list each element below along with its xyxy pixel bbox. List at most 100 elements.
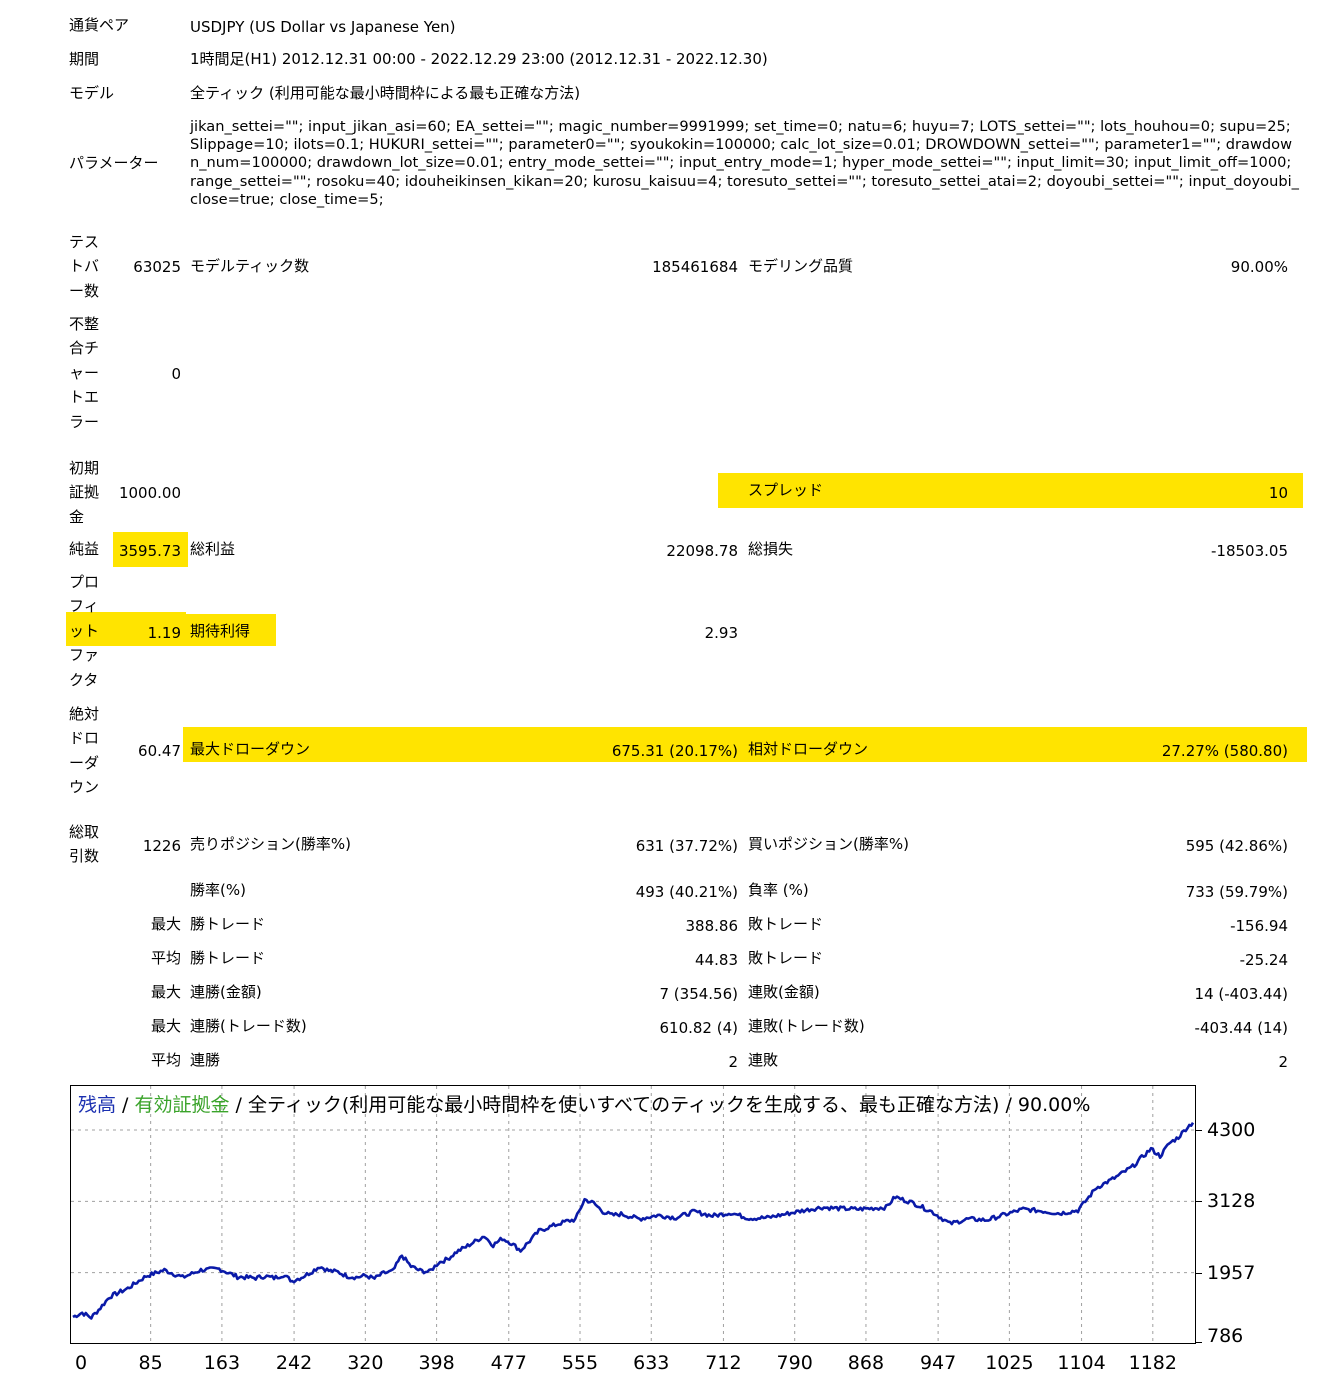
abs-dd-value: 60.47	[138, 742, 181, 760]
win-rate-value: 493 (40.21%)	[635, 883, 738, 901]
model-value: 全ティック (利用可能な最小時間枠による最も正確な方法)	[190, 84, 581, 102]
y-tick-label: 786	[1207, 1325, 1244, 1347]
max-loss-value: -156.94	[1230, 917, 1288, 935]
max-cons-win-n-label: 連勝(トレード数)	[190, 1017, 307, 1035]
avg-cons-win-label: 連勝	[190, 1051, 221, 1069]
y-tick-mark	[1196, 1201, 1202, 1203]
x-tick-label: 85	[138, 1352, 163, 1374]
y-tick-label: 1957	[1207, 1261, 1256, 1284]
trades-value: 1226	[142, 837, 181, 855]
balance-chart	[71, 1086, 1195, 1343]
params-label: パラメーター	[69, 154, 159, 172]
net-label: 純益	[69, 540, 100, 558]
avg-loss-label: 敗トレード	[748, 949, 824, 967]
gross-loss-value: -18503.05	[1211, 542, 1288, 560]
max-win-label: 勝トレード	[190, 915, 266, 933]
spread-label: スプレッド	[748, 481, 824, 499]
pf-label: プロフィットファクタ	[69, 573, 100, 689]
gross-profit-value: 22098.78	[666, 542, 738, 560]
long-label: 買いポジション(勝率%)	[748, 835, 909, 853]
win-rate-label: 勝率(%)	[190, 881, 246, 899]
avg-cons-win-value: 2	[728, 1053, 738, 1071]
max-cons-loss-n-label: 連敗(トレード数)	[748, 1017, 865, 1035]
y-tick-label: 4300	[1207, 1119, 1256, 1141]
quality-label: モデリング品質	[748, 257, 854, 275]
ticks-value: 185461684	[652, 258, 738, 276]
avg-cons-loss-label: 連敗	[748, 1051, 779, 1069]
avg-label-1: 平均	[150, 949, 181, 967]
balance-series-line	[72, 1122, 1195, 1320]
short-label: 売りポジション(勝率%)	[190, 835, 351, 853]
max-loss-label: 敗トレード	[748, 915, 824, 933]
long-value: 595 (42.86%)	[1185, 837, 1288, 855]
x-tick-label: 1104	[1057, 1352, 1106, 1374]
chart-title-rest: / 全ティック(利用可能な最小時間枠を使いすべてのティックを生成する、最も正確な…	[229, 1094, 1091, 1116]
pf-value: 1.19	[147, 624, 181, 642]
y-tick-mark	[1196, 1130, 1202, 1131]
y-tick-mark	[1196, 1342, 1202, 1343]
max-cons-loss-n-value: -403.44 (14)	[1194, 1019, 1288, 1037]
chart-title-equity: 有効証拠金	[134, 1094, 230, 1116]
x-tick-label: 633	[633, 1352, 670, 1374]
avg-win-label: 勝トレード	[190, 949, 266, 967]
rel-dd-label: 相対ドローダウン	[748, 740, 869, 758]
spread-value: 10	[1268, 484, 1288, 502]
max-cons-loss-value: 14 (-403.44)	[1194, 985, 1288, 1003]
mismatch-label: 不整合チャートエラー	[69, 315, 100, 431]
model-label: モデル	[69, 84, 115, 102]
trades-label: 総取引数	[69, 823, 100, 866]
x-tick-label: 1182	[1128, 1352, 1177, 1374]
quality-value: 90.00%	[1230, 258, 1288, 276]
y-tick-label: 3128	[1207, 1190, 1256, 1213]
avg-cons-loss-value: 2	[1278, 1053, 1288, 1071]
loss-rate-label: 負率 (%)	[748, 881, 809, 899]
max-cons-loss-label: 連敗(金額)	[748, 983, 820, 1001]
avg-label-2: 平均	[150, 1051, 181, 1069]
x-tick-label: 1025	[985, 1352, 1034, 1374]
x-tick-label: 555	[561, 1352, 599, 1374]
ticks-label: モデルティック数	[190, 257, 310, 275]
rel-dd-value: 27.27% (580.80)	[1161, 742, 1288, 760]
chart-title-sep: /	[116, 1094, 135, 1116]
loss-rate-value: 733 (59.79%)	[1185, 883, 1288, 901]
max-dd-label: 最大ドローダウン	[190, 740, 311, 758]
pair-label: 通貨ペア	[69, 16, 130, 34]
x-tick-label: 320	[347, 1352, 384, 1374]
params-value: jikan_settei=""; input_jikan_asi=60; EA_…	[190, 118, 1299, 208]
gross-profit-label: 総利益	[190, 540, 236, 558]
x-tick-label: 163	[203, 1352, 241, 1374]
gross-loss-label: 総損失	[748, 540, 794, 558]
avg-win-value: 44.83	[695, 951, 738, 969]
x-tick-label: 868	[847, 1352, 885, 1374]
period-label: 期間	[69, 50, 100, 68]
chart-title: 残高 / 有効証拠金 / 全ティック(利用可能な最小時間枠を使いすべてのティック…	[78, 1094, 1090, 1116]
y-tick-mark	[1196, 1272, 1202, 1274]
x-tick-label: 242	[275, 1352, 313, 1374]
max-cons-win-n-value: 610.82 (4)	[659, 1019, 738, 1037]
max-label-3: 最大	[150, 1017, 181, 1035]
deposit-value: 1000.00	[118, 484, 181, 502]
short-value: 631 (37.72%)	[635, 837, 738, 855]
x-tick-label: 477	[490, 1352, 527, 1374]
max-win-value: 388.86	[685, 917, 739, 935]
x-tick-label: 790	[776, 1352, 813, 1374]
net-value: 3595.73	[118, 542, 181, 560]
chart-title-balance: 残高	[78, 1094, 117, 1116]
x-tick-label: 712	[705, 1352, 742, 1374]
x-tick-label: 947	[919, 1352, 957, 1374]
bars-value: 63025	[133, 258, 181, 276]
max-dd-value: 675.31 (20.17%)	[611, 742, 738, 760]
abs-dd-label: 絶対ドローダウン	[69, 705, 100, 797]
mismatch-value: 0	[171, 365, 181, 383]
expected-label: 期待利得	[190, 622, 251, 640]
balance-chart-frame	[70, 1085, 1196, 1344]
max-cons-win-label: 連勝(金額)	[190, 983, 262, 1001]
x-tick-label: 398	[418, 1352, 455, 1374]
expected-value: 2.93	[704, 624, 738, 642]
x-tick-label: 0	[74, 1352, 88, 1374]
max-label-1: 最大	[150, 915, 181, 933]
period-value: 1時間足(H1) 2012.12.31 00:00 - 2022.12.29 2…	[190, 50, 768, 68]
pair-value: USDJPY (US Dollar vs Japanese Yen)	[190, 18, 456, 36]
max-label-2: 最大	[150, 983, 181, 1001]
max-cons-win-value: 7 (354.56)	[659, 985, 738, 1003]
